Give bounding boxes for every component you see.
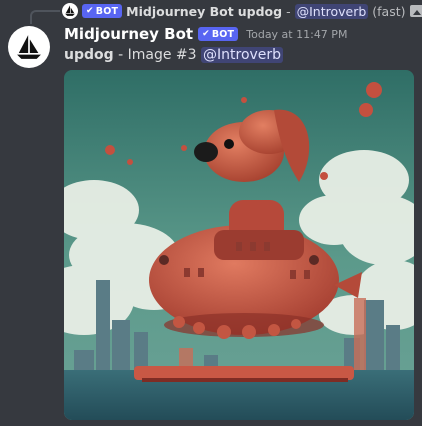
message-header: Midjourney Bot ✔ BOT Today at 11:47 PM	[64, 24, 347, 44]
message-mention[interactable]: @Introverb	[201, 47, 284, 63]
check-icon: ✔	[86, 6, 94, 16]
message-text: - Image #3	[113, 47, 201, 63]
reply-preview[interactable]: ✔ BOT Midjourney Bot updog - @Introverb (…	[62, 1, 422, 21]
reply-author[interactable]: Midjourney Bot	[126, 4, 234, 19]
reply-bot-badge: ✔ BOT	[82, 4, 123, 18]
reply-mode: (fast)	[372, 3, 406, 19]
sailboat-icon	[65, 5, 75, 16]
bot-badge-label: BOT	[211, 28, 235, 40]
message-content: updog - Image #3 @Introverb	[64, 47, 284, 63]
reply-avatar[interactable]	[62, 3, 78, 19]
reply-mention[interactable]: @Introverb	[294, 3, 369, 19]
reply-bot-badge-label: BOT	[95, 5, 119, 17]
image-icon	[409, 5, 422, 17]
check-icon: ✔	[202, 29, 210, 39]
sailboat-icon	[17, 35, 41, 59]
message-command: updog	[64, 47, 114, 63]
reply-connector	[30, 10, 60, 24]
author-name[interactable]: Midjourney Bot	[64, 25, 193, 43]
reply-command: updog	[237, 3, 283, 19]
generated-image	[64, 70, 414, 420]
bot-badge: ✔ BOT	[198, 27, 239, 41]
attachment-image[interactable]	[64, 70, 414, 420]
reply-separator: -	[286, 3, 291, 19]
timestamp: Today at 11:47 PM	[246, 27, 348, 41]
author-avatar[interactable]	[8, 26, 50, 68]
